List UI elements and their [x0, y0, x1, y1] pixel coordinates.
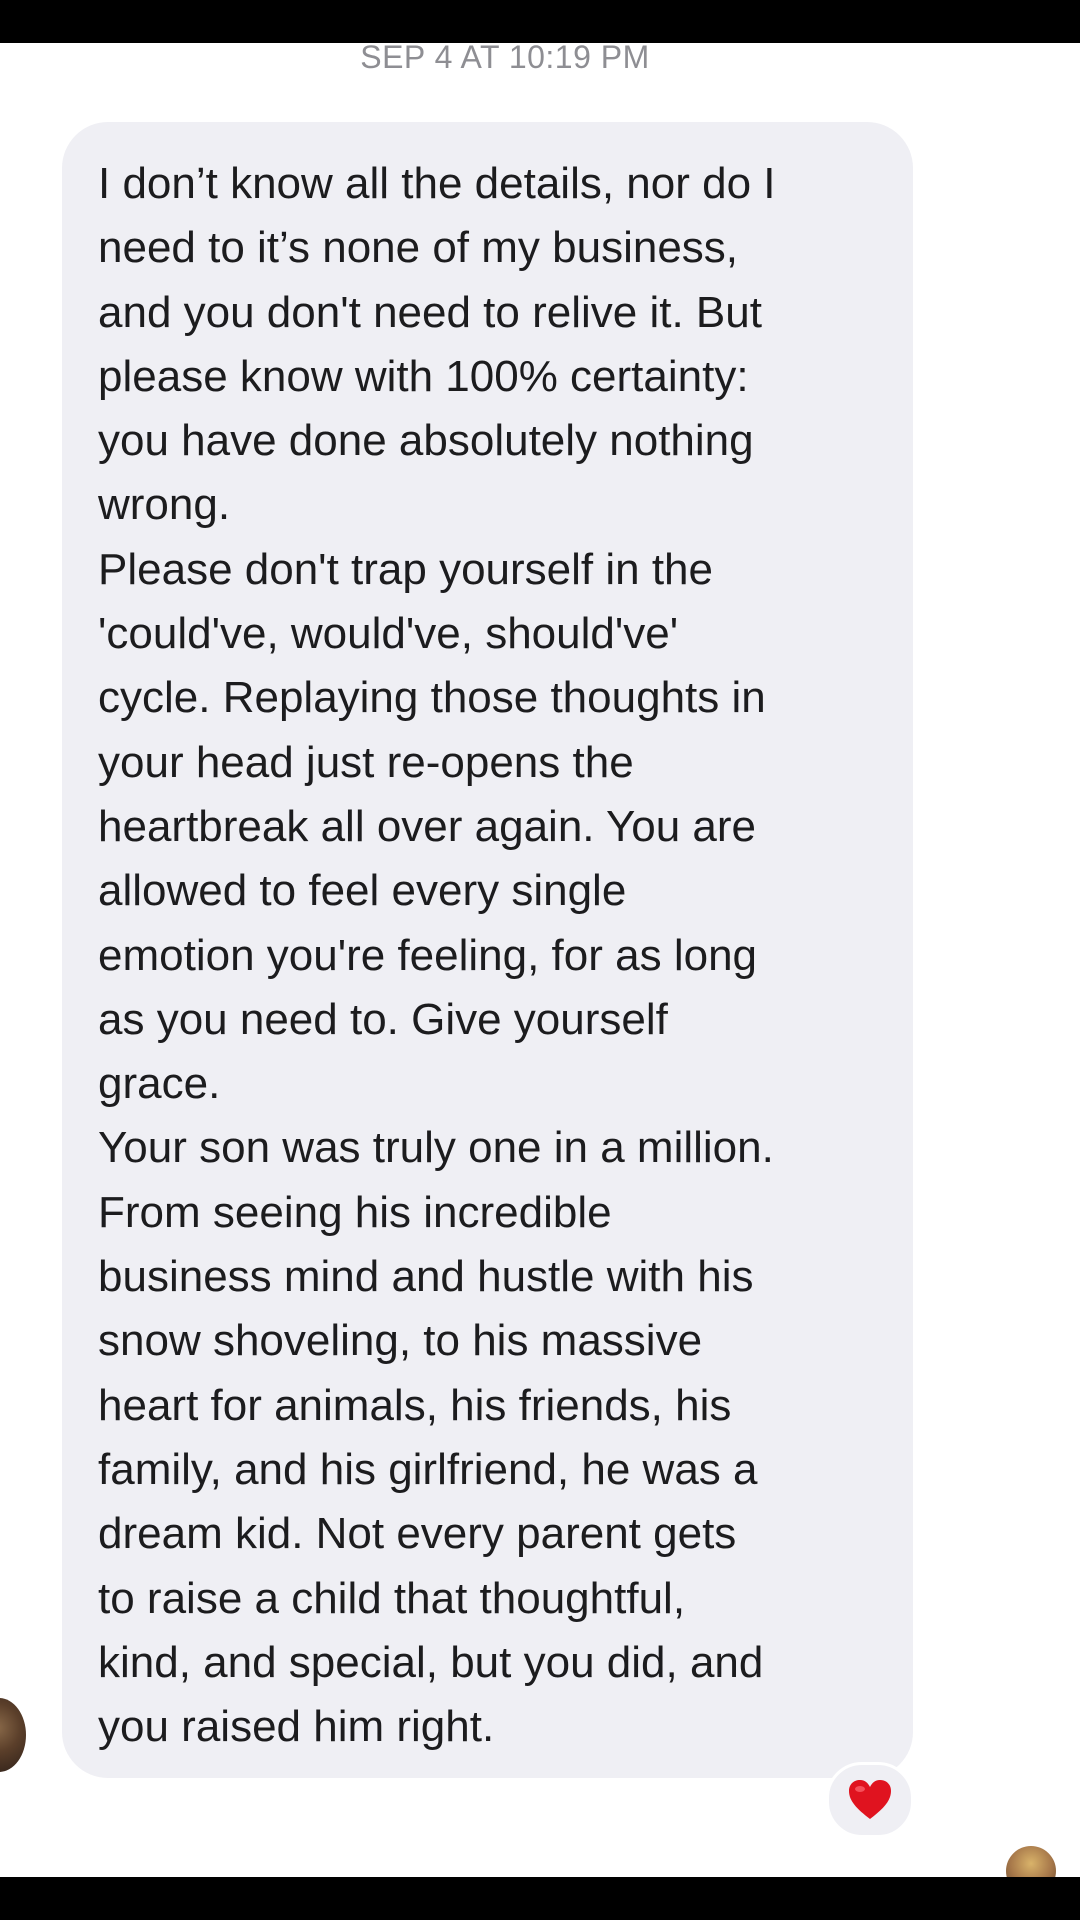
message-line: heartbreak all over again. You are	[98, 801, 757, 851]
message-line: heart for animals, his friends, his	[98, 1380, 732, 1430]
message-line: you have done absolutely nothing	[98, 416, 754, 466]
message-line: kind, and special, but you did, and	[98, 1637, 764, 1687]
message-line: as you need to. Give yourself	[98, 994, 668, 1044]
message-line: I don’t know all the details, nor do I	[98, 159, 776, 208]
message-timestamp: SEP 4 AT 10:19 PM	[360, 39, 650, 75]
message-line: you raised him right.	[98, 1702, 495, 1752]
heart-icon	[849, 1780, 891, 1819]
bottom-bar	[0, 1877, 1080, 1920]
message-line: dream kid. Not every parent gets	[98, 1509, 737, 1559]
message-line: grace.	[98, 1059, 221, 1109]
status-bar	[0, 0, 1080, 43]
message-line: need to it’s none of my business,	[98, 223, 739, 273]
message-line: 'could've, would've, should've'	[98, 609, 679, 659]
message-line: please know with 100% certainty:	[98, 351, 749, 401]
message-line: From seeing his incredible	[98, 1187, 612, 1237]
message-line: snow shoveling, to his massive	[98, 1316, 703, 1366]
received-message-bubble[interactable]: I don’t know all the details, nor do I n…	[62, 122, 913, 1778]
message-line: emotion you're feeling, for as long	[98, 930, 758, 980]
message-line: allowed to feel every single	[98, 866, 627, 916]
sender-avatar[interactable]	[0, 1698, 26, 1772]
message-line: cycle. Replaying those thoughts in	[98, 673, 766, 723]
message-line: wrong.	[98, 480, 231, 530]
message-line: business mind and hustle with his	[98, 1252, 754, 1302]
reaction-badge[interactable]	[826, 1762, 914, 1838]
message-line: your head just re-opens the	[98, 737, 634, 787]
message-line: and you don't need to relive it. But	[98, 287, 762, 337]
message-line: family, and his girlfriend, he was a	[98, 1444, 758, 1494]
message-line: Please don't trap yourself in the	[98, 544, 713, 594]
message-line: Your son was truly one in a million.	[98, 1123, 774, 1173]
message-line: to raise a child that thoughtful,	[98, 1573, 686, 1623]
